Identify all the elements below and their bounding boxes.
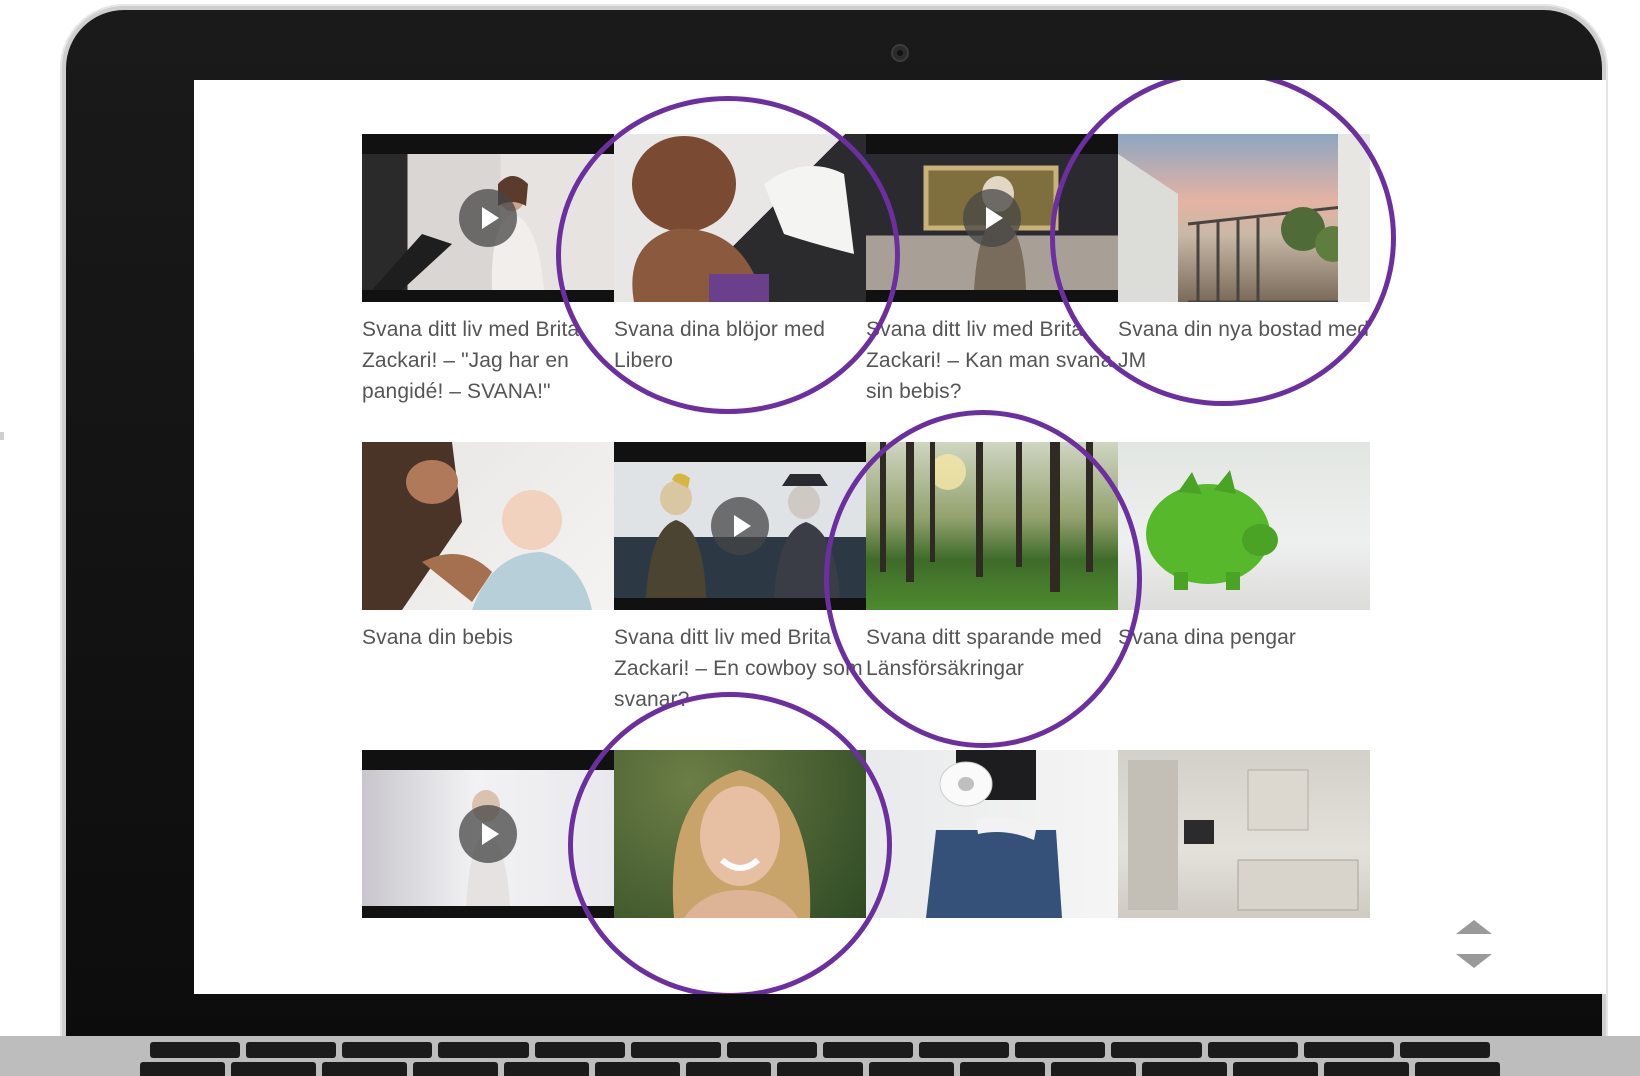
article-title[interactable]: Svana din bebis (362, 622, 614, 653)
laptop-screen: Svana ditt liv med Brita Zackari! – "Jag… (194, 80, 1606, 994)
webcam-icon (891, 44, 909, 62)
play-icon[interactable] (963, 189, 1021, 247)
article-title[interactable]: Svana dina blöjor med Libero (614, 314, 866, 376)
smiling-blonde-woman-image (672, 770, 811, 918)
green-piggy-bank-image (1146, 470, 1278, 590)
article-thumbnail[interactable] (362, 442, 614, 610)
laptop-keyboard (0, 1036, 1640, 1076)
scroll-up-icon[interactable] (1456, 920, 1492, 934)
apartment-balcony-image (1118, 134, 1370, 302)
baby-with-diaper-image (632, 136, 854, 302)
article-card[interactable]: Svana ditt liv med Brita Zackari! – En c… (614, 442, 866, 715)
scroll-arrows-icon[interactable] (1456, 920, 1492, 974)
article-card[interactable]: Svana dina blöjor med Libero (614, 134, 866, 376)
article-thumbnail[interactable] (1118, 442, 1370, 610)
laptop-bezel: Svana ditt liv med Brita Zackari! – "Jag… (66, 10, 1606, 1070)
video-thumbnail[interactable] (614, 442, 866, 610)
article-card[interactable] (362, 750, 614, 918)
keyboard-row (140, 1062, 1500, 1076)
keyboard-row (150, 1042, 1490, 1058)
article-card[interactable]: Svana dina pengar (1118, 442, 1370, 653)
article-thumbnail[interactable] (614, 750, 866, 918)
article-thumbnail[interactable] (866, 750, 1118, 918)
article-card[interactable]: Svana ditt sparande med Länsförsäkringar (866, 442, 1118, 684)
play-icon[interactable] (711, 497, 769, 555)
video-thumbnail[interactable] (362, 750, 614, 918)
toilet-paper-roll-image (926, 750, 1062, 918)
article-thumbnail[interactable] (614, 134, 866, 302)
article-card[interactable] (1118, 750, 1370, 918)
article-title[interactable]: Svana ditt liv med Brita Zackari! – En c… (614, 622, 866, 715)
article-title[interactable]: Svana ditt liv med Brita Zackari! – Kan … (866, 314, 1118, 407)
article-thumbnail[interactable] (866, 442, 1118, 610)
article-card[interactable]: Svana din nya bostad med JM (1118, 134, 1370, 376)
play-icon[interactable] (459, 189, 517, 247)
scroll-down-icon[interactable] (1456, 954, 1492, 968)
video-thumbnail[interactable] (362, 134, 614, 302)
article-thumbnail[interactable] (1118, 134, 1370, 302)
video-thumbnail[interactable] (866, 134, 1118, 302)
article-card[interactable] (866, 750, 1118, 918)
article-title[interactable]: Svana dina pengar (1118, 622, 1370, 653)
article-card[interactable]: Svana ditt liv med Brita Zackari! – Kan … (866, 134, 1118, 407)
article-title[interactable]: Svana din nya bostad med JM (1118, 314, 1370, 376)
pine-forest-image (880, 442, 1093, 592)
father-with-baby-image (362, 442, 592, 610)
article-title[interactable]: Svana ditt sparande med Länsförsäkringar (866, 622, 1118, 684)
article-card[interactable]: Svana ditt liv med Brita Zackari! – "Jag… (362, 134, 614, 407)
article-card[interactable] (614, 750, 866, 918)
article-thumbnail[interactable] (1118, 750, 1370, 918)
play-icon[interactable] (459, 805, 517, 863)
article-card[interactable]: Svana din bebis (362, 442, 614, 653)
grey-kitchen-image (1128, 760, 1359, 911)
edge-mark (0, 432, 4, 440)
article-title[interactable]: Svana ditt liv med Brita Zackari! – "Jag… (362, 314, 614, 407)
